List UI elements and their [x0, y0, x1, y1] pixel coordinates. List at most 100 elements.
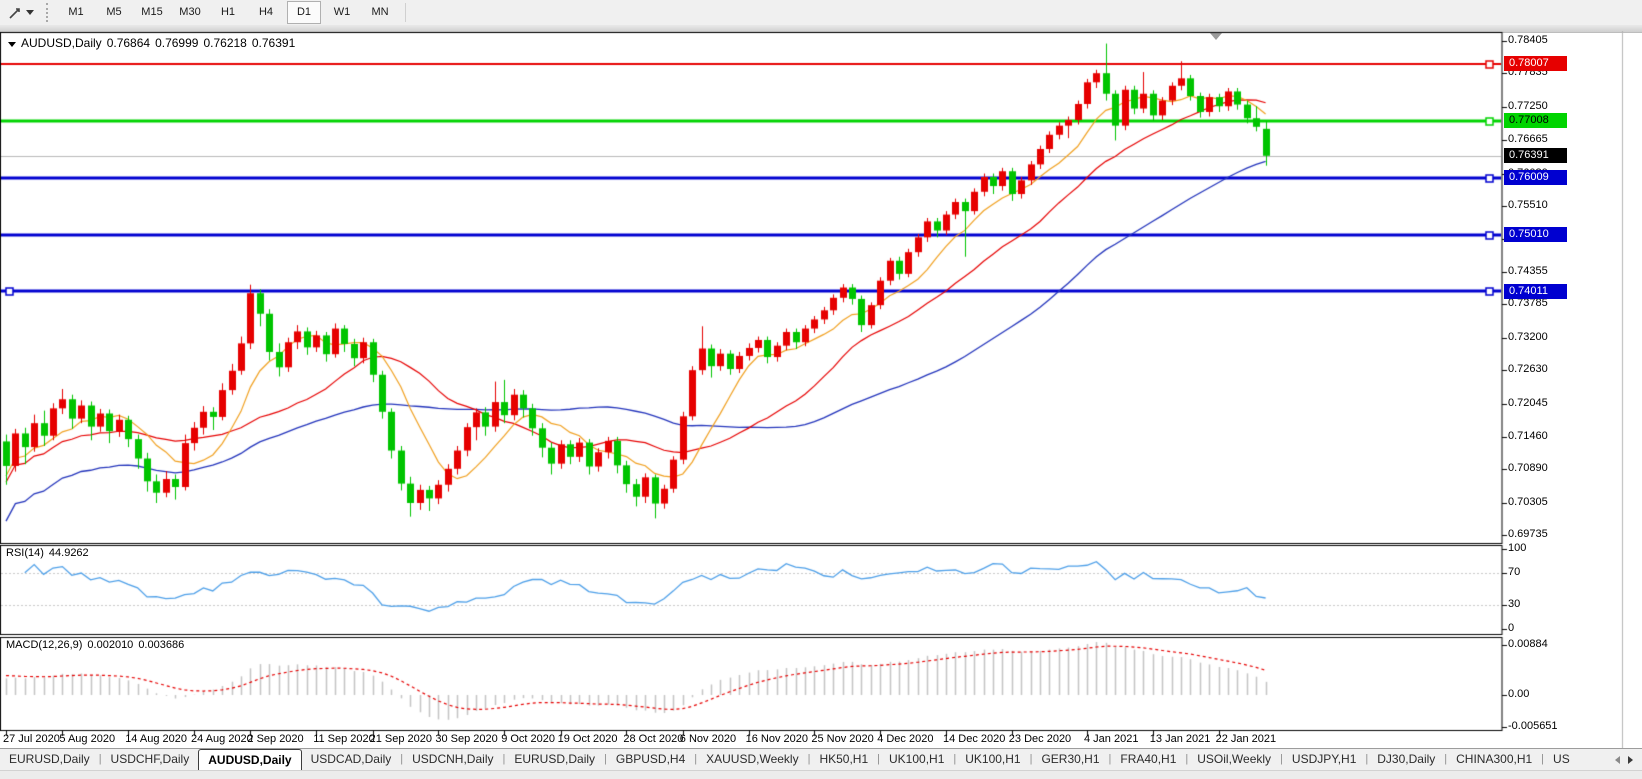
date-label: 4 Dec 2020: [877, 733, 933, 745]
rsi-axis-label: 100: [1508, 542, 1526, 554]
rsi-panel-label: RSI(14) 44.9262: [6, 547, 94, 559]
date-label: 30 Sep 2020: [435, 733, 497, 745]
date-label: 16 Nov 2020: [746, 733, 808, 745]
date-label: 14 Aug 2020: [125, 733, 187, 745]
price-axis-label: 0.72045: [1508, 397, 1548, 409]
date-label: 14 Dec 2020: [943, 733, 1005, 745]
tab-USDCAD-Daily[interactable]: USDCAD,Daily: [302, 749, 401, 771]
price-axis-label: 0.71460: [1508, 430, 1548, 442]
tab-USDCHF-Daily[interactable]: USDCHF,Daily: [102, 749, 199, 771]
current-price-badge: 0.76391: [1504, 148, 1567, 163]
date-label: 5 Aug 2020: [59, 733, 115, 745]
date-label: 6 Nov 2020: [680, 733, 736, 745]
date-label: 25 Nov 2020: [811, 733, 873, 745]
timeframe-button-MN[interactable]: MN: [363, 1, 397, 24]
tab-EURUSD-Daily[interactable]: EURUSD,Daily: [0, 749, 99, 771]
date-label: 11 Sep 2020: [313, 733, 375, 745]
cursor-icon: [8, 6, 22, 20]
mt4-window: { "ui": { "toolbar": { "timeframes": ["M…: [0, 0, 1642, 779]
tab-UK100-H1[interactable]: UK100,H1: [880, 749, 953, 771]
date-label: 19 Oct 2020: [558, 733, 618, 745]
tab-XAUUSD-Weekly[interactable]: XAUUSD,Weekly: [697, 749, 807, 771]
toolbar: M1M5M15M30H1H4D1W1MN: [0, 0, 1642, 26]
tab-partial[interactable]: US: [1544, 749, 1579, 771]
rsi-axis-label: 0: [1508, 622, 1514, 634]
status-strip: [0, 770, 1642, 779]
date-label: 4 Jan 2021: [1084, 733, 1138, 745]
rsi-axis-label: 30: [1508, 598, 1520, 610]
date-label: 21 Sep 2020: [370, 733, 432, 745]
macd-name: MACD(12,26,9): [6, 639, 82, 651]
price-axis-label: 0.74355: [1508, 265, 1548, 277]
rsi-name: RSI(14): [6, 547, 44, 559]
price-axis-label: 0.70890: [1508, 462, 1548, 474]
rsi-axis-label: 70: [1508, 566, 1520, 578]
price-chart-canvas[interactable]: [0, 31, 1642, 749]
symbol-period-label: AUDUSD,Daily: [21, 36, 102, 50]
price-axis-label: 0.75510: [1508, 199, 1548, 211]
chevron-down-icon: [8, 42, 16, 47]
timeframe-button-H1[interactable]: H1: [211, 1, 245, 24]
price-axis-label: 0.72630: [1508, 363, 1548, 375]
tab-HK50-H1[interactable]: HK50,H1: [810, 749, 877, 771]
tab-scroll-arrows: [1606, 748, 1642, 771]
tab-UK100-H1[interactable]: UK100,H1: [956, 749, 1029, 771]
date-label: 9 Oct 2020: [501, 733, 555, 745]
level-badge-0.78007[interactable]: 0.78007: [1504, 56, 1567, 71]
macd-value: 0.002010: [87, 639, 133, 651]
date-label: 22 Jan 2021: [1216, 733, 1277, 745]
date-label: 2 Sep 2020: [247, 733, 303, 745]
price-axis-label: 0.78405: [1508, 34, 1548, 46]
timeframe-button-M1[interactable]: M1: [59, 1, 93, 24]
tab-GER30-H1[interactable]: GER30,H1: [1032, 749, 1108, 771]
date-label: 23 Dec 2020: [1009, 733, 1071, 745]
toolbar-grip[interactable]: [46, 3, 51, 22]
toolbar-separator: [405, 3, 406, 22]
level-badge-0.76009[interactable]: 0.76009: [1504, 170, 1567, 185]
level-badge-0.77008[interactable]: 0.77008: [1504, 113, 1567, 128]
timeframe-button-M15[interactable]: M15: [135, 1, 169, 24]
tab-GBPUSD-H4[interactable]: GBPUSD,H4: [607, 749, 694, 771]
timeframe-button-M5[interactable]: M5: [97, 1, 131, 24]
tab-AUDUSD-Daily[interactable]: AUDUSD,Daily: [198, 749, 301, 771]
price-axis-label: 0.70305: [1508, 496, 1548, 508]
macd-axis-label: -0.005651: [1508, 720, 1558, 732]
price-axis-label: 0.73200: [1508, 331, 1548, 343]
timeframe-button-H4[interactable]: H4: [249, 1, 283, 24]
date-label: 27 Jul 2020: [3, 733, 60, 745]
rsi-value: 44.9262: [49, 547, 89, 559]
tab-DJ30-Daily[interactable]: DJ30,Daily: [1368, 749, 1444, 771]
chart-title: AUDUSD,Daily 0.76864 0.76999 0.76218 0.76391: [8, 36, 300, 50]
timeframe-button-D1[interactable]: D1: [287, 1, 321, 24]
date-label: 24 Aug 2020: [191, 733, 253, 745]
date-label: 28 Oct 2020: [623, 733, 683, 745]
tab-USDJPY-H1[interactable]: USDJPY,H1: [1283, 749, 1365, 771]
date-label: 13 Jan 2021: [1150, 733, 1211, 745]
timeframe-group: M1M5M15M30H1H4D1W1MN: [57, 1, 399, 24]
tab-FRA40-H1[interactable]: FRA40,H1: [1111, 749, 1185, 771]
tab-EURUSD-Daily[interactable]: EURUSD,Daily: [505, 749, 604, 771]
tab-scroll-right-icon[interactable]: [1628, 756, 1633, 764]
macd-signal-value: 0.003686: [138, 639, 184, 651]
timeframe-button-W1[interactable]: W1: [325, 1, 359, 24]
ohlc-open: 0.76864: [107, 36, 150, 50]
macd-axis-label: 0.00884: [1508, 638, 1548, 650]
macd-axis-label: 0.00: [1508, 688, 1529, 700]
tab-scroll-left-icon[interactable]: [1615, 756, 1620, 764]
tab-CHINA300-H1[interactable]: CHINA300,H1: [1447, 749, 1541, 771]
ohlc-high: 0.76999: [155, 36, 198, 50]
tab-USDCNH-Daily[interactable]: USDCNH,Daily: [403, 749, 502, 771]
ohlc-close: 0.76391: [252, 36, 295, 50]
level-badge-0.74011[interactable]: 0.74011: [1504, 284, 1567, 299]
tab-bar: EURUSD,Daily|USDCHF,DailyAUDUSD,DailyUSD…: [0, 748, 1642, 771]
timeframe-button-M30[interactable]: M30: [173, 1, 207, 24]
tab-USOil-Weekly[interactable]: USOil,Weekly: [1188, 749, 1280, 771]
price-axis-label: 0.76665: [1508, 133, 1548, 145]
price-axis-label: 0.69735: [1508, 528, 1548, 540]
price-axis-label: 0.77250: [1508, 100, 1548, 112]
macd-panel-label: MACD(12,26,9) 0.002010 0.003686: [6, 639, 189, 651]
level-badge-0.75010[interactable]: 0.75010: [1504, 227, 1567, 242]
cursor-tool-button[interactable]: [4, 2, 38, 23]
ohlc-low: 0.76218: [203, 36, 246, 50]
chevron-down-icon: [26, 10, 34, 15]
